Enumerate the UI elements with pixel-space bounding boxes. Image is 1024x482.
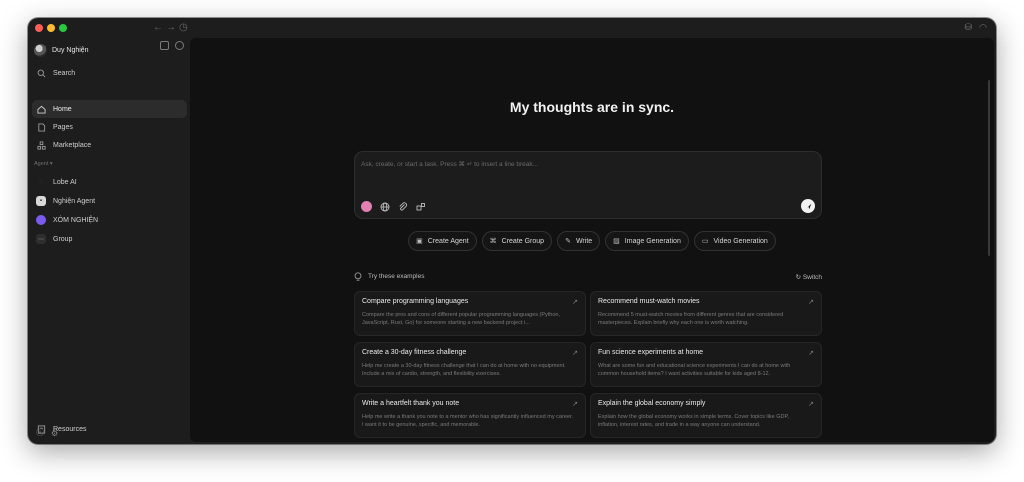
chat-input-box[interactable]: Ask, create, or start a task. Press ⌘ ↵ … — [354, 151, 822, 219]
sidebar-item-search[interactable]: Search — [32, 64, 187, 82]
sidebar-item-label: Group — [53, 235, 73, 243]
close-window-button[interactable] — [35, 24, 43, 32]
sidebar-tools — [160, 41, 184, 50]
example-card[interactable]: Explain the global economy simply Explai… — [590, 393, 822, 438]
sidebar-item-label: Search — [53, 69, 76, 77]
sidebar-item-label: Pages — [53, 123, 73, 131]
forward-arrow-icon[interactable]: → — [166, 22, 176, 34]
sidebar-item-group[interactable]: ⋯ Group — [32, 230, 187, 248]
user-name: Duy Nghiện — [52, 46, 89, 54]
back-arrow-icon[interactable]: ← — [153, 22, 163, 34]
app-window: ← → ◷ ⛁ ◠ Duy Nghiện Search Home Pages M… — [28, 18, 996, 444]
plugins-icon[interactable] — [415, 201, 426, 212]
arrow-icon: ↗ — [572, 401, 578, 408]
arrow-icon: ↗ — [572, 299, 578, 306]
examples-header: Try these examples ↻ Switch — [354, 272, 822, 284]
agent-section-toggle[interactable]: Agent ▾ — [34, 161, 53, 167]
sidebar-item-pages[interactable]: Pages — [32, 118, 187, 136]
agent-icon: ▣ — [416, 238, 423, 245]
marketplace-icon — [36, 140, 46, 150]
lightbulb-icon — [354, 272, 362, 284]
action-label: Create Agent — [427, 237, 469, 245]
settings-icon[interactable]: ⚙ — [51, 429, 58, 438]
title-bar: ← → ◷ ⛁ ◠ — [28, 18, 996, 38]
action-label: Create Group — [501, 237, 545, 245]
lobe-ai-icon: ◌ — [39, 179, 43, 185]
example-card[interactable]: Fun science experiments at home What are… — [590, 342, 822, 387]
group-icon: ⋯ — [36, 234, 46, 244]
xom-nghien-avatar — [36, 215, 46, 225]
chat-input-placeholder: Ask, create, or start a task. Press ⌘ ↵ … — [361, 161, 539, 168]
send-button[interactable] — [801, 199, 815, 213]
storage-icon[interactable]: ⛁ — [964, 22, 972, 33]
group-icon: ⌘ — [489, 238, 497, 245]
sidebar-item-label: XÓM NGHIỆN — [53, 216, 99, 224]
examples-title: Try these examples — [368, 273, 425, 280]
arrow-icon: ↗ — [808, 299, 814, 306]
create-group-button[interactable]: ⌘ Create Group — [481, 231, 553, 251]
example-card[interactable]: Create a 30-day fitness challenge Help m… — [354, 342, 586, 387]
card-description: Help me write a thank you note to a ment… — [362, 414, 573, 428]
sidebar-item-marketplace[interactable]: Marketplace — [32, 136, 187, 154]
image-icon: ▨ — [613, 238, 620, 245]
example-card[interactable]: Compare programming languages Compare th… — [354, 291, 586, 336]
card-title: Explain the global economy simply — [598, 400, 706, 407]
avatar — [34, 43, 47, 57]
sidebar-item-xom-nghien[interactable]: XÓM NGHIỆN — [32, 211, 187, 229]
help-icon[interactable]: ⓘ — [36, 427, 44, 438]
sidebar-item-nghien-agent[interactable]: ▪ Nghiện Agent — [32, 192, 187, 210]
robot-icon: ▪ — [36, 196, 46, 206]
card-description: What are some fun and educational scienc… — [598, 363, 791, 377]
arrow-icon: ↗ — [572, 350, 578, 357]
quick-actions: ▣ Create Agent ⌘ Create Group ✎ Write ▨ … — [190, 231, 994, 251]
sidebar-item-label: Nghiện Agent — [53, 197, 96, 205]
sidebar-item-label: Lobe AI — [53, 178, 77, 186]
arrow-icon: ↗ — [808, 350, 814, 357]
arrow-icon: ↗ — [808, 401, 814, 408]
write-button[interactable]: ✎ Write — [557, 231, 601, 251]
main-content: My thoughts are in sync. Ask, create, or… — [190, 38, 994, 442]
search-icon — [36, 68, 46, 78]
video-icon: ▭ — [701, 238, 709, 245]
card-description: Recommend 5 must-watch movies from diffe… — [598, 312, 784, 326]
action-label: Video Generation — [713, 237, 768, 245]
new-chat-icon[interactable] — [175, 41, 184, 50]
switch-examples-button[interactable]: ↻ Switch — [796, 273, 822, 281]
pen-icon: ✎ — [565, 238, 571, 245]
example-card[interactable]: Write a heartfelt thank you note Help me… — [354, 393, 586, 438]
image-generation-button[interactable]: ▨ Image Generation — [605, 231, 689, 251]
action-label: Image Generation — [624, 237, 681, 245]
maximize-window-button[interactable] — [59, 24, 67, 32]
sidebar: Duy Nghiện Search Home Pages Marketplace… — [28, 38, 190, 444]
sidebar-item-label: Home — [53, 105, 72, 113]
card-title: Create a 30-day fitness challenge — [362, 349, 467, 356]
video-generation-button[interactable]: ▭ Video Generation — [693, 231, 776, 251]
history-icon[interactable]: ◷ — [179, 22, 188, 34]
card-description: Compare the pros and cons of different p… — [362, 312, 561, 326]
page-icon — [36, 122, 46, 132]
wifi-icon[interactable]: ◠ — [979, 22, 987, 33]
card-title: Fun science experiments at home — [598, 349, 704, 356]
card-title: Write a heartfelt thank you note — [362, 400, 460, 407]
sidebar-item-label: Marketplace — [53, 141, 92, 149]
minimize-window-button[interactable] — [47, 24, 55, 32]
home-icon — [36, 104, 46, 114]
card-description: Help me create a 30-day fitness challeng… — [362, 363, 566, 377]
card-description: Explain how the global economy works in … — [598, 414, 789, 428]
globe-icon[interactable] — [379, 201, 390, 212]
action-label: Write — [575, 237, 593, 245]
example-card[interactable]: Recommend must-watch movies Recommend 5 … — [590, 291, 822, 336]
model-selector-icon[interactable] — [361, 201, 372, 212]
chat-tools — [361, 201, 426, 212]
create-agent-button[interactable]: ▣ Create Agent — [408, 231, 477, 251]
card-title: Compare programming languages — [362, 298, 469, 305]
card-title: Recommend must-watch movies — [598, 298, 700, 305]
sidebar-toggle-icon[interactable] — [160, 41, 169, 50]
sidebar-item-lobe-ai[interactable]: ◌ Lobe AI — [32, 173, 187, 191]
refresh-icon: ↻ — [795, 274, 803, 281]
page-title: My thoughts are in sync. — [509, 99, 675, 115]
sidebar-item-home[interactable]: Home — [32, 100, 187, 118]
paperclip-icon[interactable] — [397, 201, 408, 212]
